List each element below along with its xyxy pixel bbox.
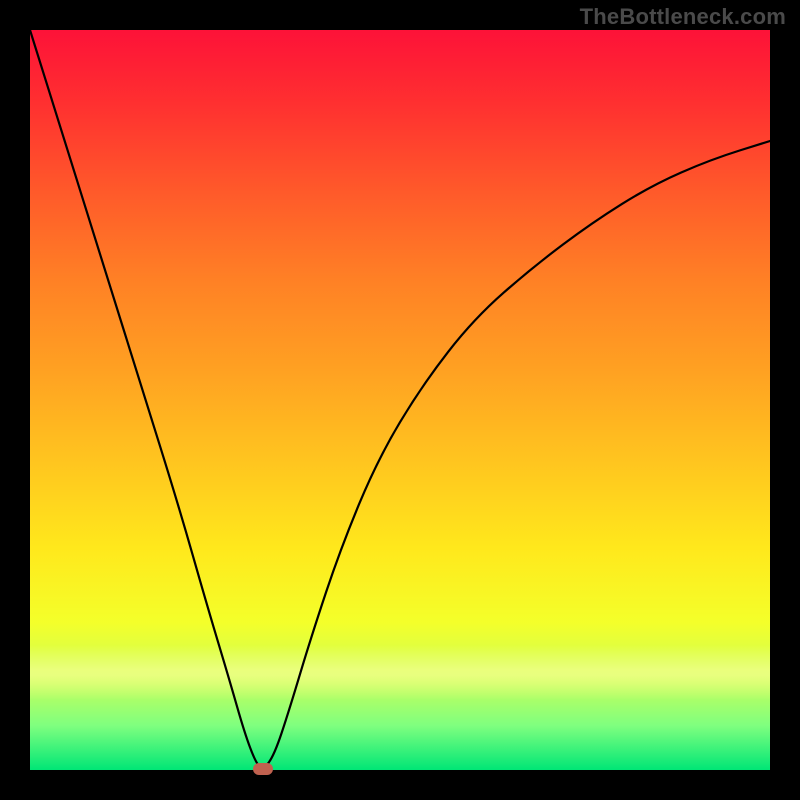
curve-svg — [30, 30, 770, 770]
bottleneck-curve — [30, 30, 770, 768]
plot-area — [30, 30, 770, 770]
watermark-text: TheBottleneck.com — [580, 4, 786, 30]
chart-frame: TheBottleneck.com — [0, 0, 800, 800]
highlight-band — [30, 645, 770, 700]
optimum-marker — [253, 763, 273, 775]
